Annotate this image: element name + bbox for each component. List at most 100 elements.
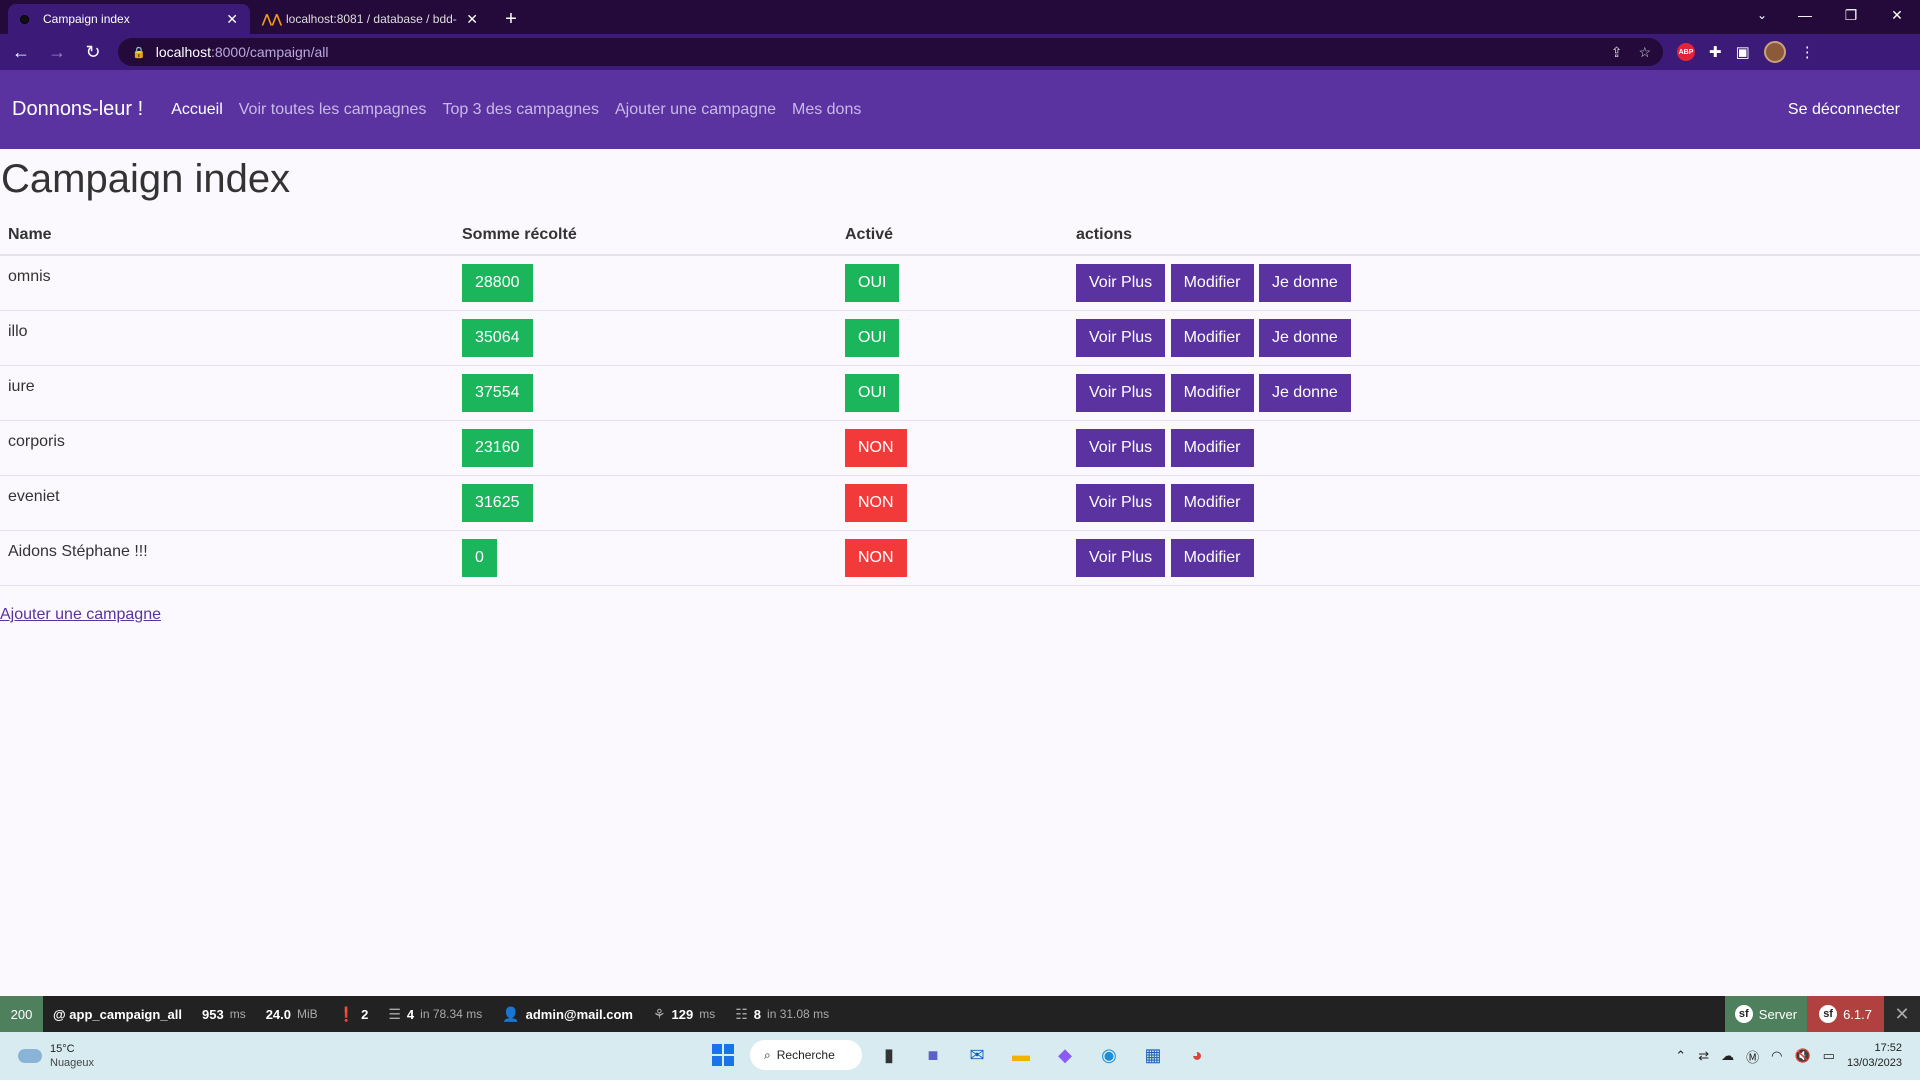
campaign-name: iure [0, 365, 454, 421]
close-icon[interactable]: ✕ [226, 11, 238, 28]
amount-badge: 31625 [462, 484, 533, 522]
database-icon: ☷ [735, 1005, 748, 1022]
db-value: 8 [753, 1006, 762, 1022]
onedrive-icon[interactable]: ☁ [1721, 1048, 1734, 1064]
active-cell: NON [837, 420, 1068, 476]
user-icon: 👤 [502, 1005, 520, 1022]
clock[interactable]: 17:52 13/03/2023 [1847, 1041, 1902, 1071]
amount-cell: 0 [454, 530, 837, 586]
memory-item[interactable]: 24.0 MiB [256, 996, 328, 1032]
table-row: corporis 23160 NON Voir Plus Modifier [0, 420, 1920, 476]
campaign-name: eveniet [0, 475, 454, 531]
active-cell: OUI [837, 255, 1068, 311]
bookmark-star-icon[interactable]: ☆ [1638, 44, 1651, 61]
voir-plus-button[interactable]: Voir Plus [1076, 264, 1166, 302]
nav-link-my-donations[interactable]: Mes dons [792, 101, 861, 119]
close-window-icon[interactable]: ✕ [1874, 0, 1920, 30]
side-panel-icon[interactable]: ▣ [1736, 43, 1750, 61]
new-tab-button[interactable]: + [496, 4, 526, 34]
server-item[interactable]: sf Server [1724, 996, 1808, 1032]
copilot-icon[interactable]: ◆ [1048, 1038, 1082, 1072]
brand-link[interactable]: Donnons-leur ! [12, 98, 143, 121]
chevron-down-icon[interactable]: ⌄ [1742, 0, 1782, 30]
edge-icon[interactable]: ◉ [1092, 1038, 1126, 1072]
cache-item[interactable]: ☰ 4 in 78.34 ms [378, 996, 492, 1032]
table-header-row: Name Somme récolté Activé actions [0, 215, 1920, 256]
wifi-icon[interactable]: ◠ [1771, 1048, 1782, 1064]
modifier-button[interactable]: Modifier [1170, 429, 1254, 467]
reload-icon[interactable]: ↻ [78, 37, 108, 67]
lock-icon[interactable]: 🔒 [132, 46, 146, 59]
add-campaign-link[interactable]: Ajouter une campagne [0, 606, 161, 624]
je-donne-button[interactable]: Je donne [1258, 264, 1351, 302]
modifier-button[interactable]: Modifier [1170, 264, 1254, 302]
version-label: 6.1.7 [1843, 1006, 1872, 1022]
je-donne-button[interactable]: Je donne [1258, 374, 1351, 412]
weather-text: 15°C Nuageux [50, 1042, 94, 1070]
modifier-button[interactable]: Modifier [1170, 374, 1254, 412]
je-donne-button[interactable]: Je donne [1258, 319, 1351, 357]
active-badge: NON [845, 539, 907, 577]
tab-phpmyadmin[interactable]: ⋀⋀ localhost:8081 / database / bdd- ✕ [250, 4, 490, 34]
twig-item[interactable]: ⚘ 129 ms [643, 996, 725, 1032]
tab-campaign-index[interactable]: Campaign index ✕ [8, 4, 250, 34]
minimize-icon[interactable]: — [1782, 0, 1828, 30]
battery-icon[interactable]: ▭ [1823, 1048, 1835, 1064]
modifier-button[interactable]: Modifier [1170, 484, 1254, 522]
user-item[interactable]: 👤 admin@mail.com [492, 996, 643, 1032]
voir-plus-button[interactable]: Voir Plus [1076, 539, 1166, 577]
modifier-button[interactable]: Modifier [1170, 319, 1254, 357]
share-icon[interactable]: ⇪ [1611, 44, 1623, 61]
teams-icon[interactable]: ■ [916, 1038, 950, 1072]
column-header-name: Name [0, 215, 454, 256]
voir-plus-button[interactable]: Voir Plus [1076, 429, 1166, 467]
menu-kebab-icon[interactable]: ⋮ [1800, 43, 1815, 61]
nav-link-add-campaign[interactable]: Ajouter une campagne [615, 101, 776, 119]
url-host: localhost [155, 44, 211, 60]
amount-badge: 37554 [462, 374, 533, 412]
time-item[interactable]: 953 ms [192, 996, 256, 1032]
extension-icons: ABP ✚ ▣ ⋮ [1677, 41, 1815, 63]
nav-link-top3[interactable]: Top 3 des campagnes [442, 101, 599, 119]
chevron-up-icon[interactable]: ⌃ [1675, 1048, 1686, 1064]
errors-item[interactable]: ❗ 2 [328, 996, 379, 1032]
version-item[interactable]: sf 6.1.7 [1807, 996, 1884, 1032]
restore-icon[interactable]: ❐ [1828, 0, 1874, 30]
close-icon[interactable]: ✕ [466, 11, 478, 28]
weather-widget[interactable]: 15°C Nuageux [18, 1042, 94, 1070]
adblock-plus-icon[interactable]: ABP [1677, 43, 1695, 61]
voir-plus-button[interactable]: Voir Plus [1076, 319, 1166, 357]
nav-link-accueil[interactable]: Accueil [171, 101, 223, 119]
voir-plus-button[interactable]: Voir Plus [1076, 374, 1166, 412]
route-item[interactable]: @ app_campaign_all [43, 996, 192, 1032]
server-label: Server [1758, 1006, 1798, 1022]
tab-title: Campaign index [43, 12, 130, 26]
back-icon[interactable]: ← [6, 37, 36, 67]
profile-avatar[interactable] [1763, 41, 1786, 63]
db-item[interactable]: ☷ 8 in 31.08 ms [725, 996, 839, 1032]
campaign-name: Aidons Stéphane !!! [0, 530, 454, 586]
file-explorer-icon[interactable]: ▬ [1004, 1038, 1038, 1072]
logout-link[interactable]: Se déconnecter [1788, 101, 1900, 119]
active-badge: NON [845, 429, 907, 467]
network-transfer-icon[interactable]: ⇄ [1698, 1048, 1709, 1064]
close-icon[interactable]: ✕ [1884, 996, 1920, 1032]
chrome-icon[interactable]: ◕ [1180, 1038, 1214, 1072]
store-icon[interactable]: ▦ [1136, 1038, 1170, 1072]
volume-muted-icon[interactable]: 🔇 [1794, 1048, 1810, 1064]
taskbar-search[interactable]: ⌕ Recherche [750, 1040, 862, 1070]
mcafee-icon[interactable]: Ⓜ [1746, 1047, 1759, 1066]
memory-unit: MiB [297, 1007, 318, 1021]
extensions-puzzle-icon[interactable]: ✚ [1709, 43, 1722, 61]
table-row: eveniet 31625 NON Voir Plus Modifier [0, 475, 1920, 531]
task-view-icon[interactable]: ▮ [872, 1038, 906, 1072]
browser-tab-bar: Campaign index ✕ ⋀⋀ localhost:8081 / dat… [0, 0, 1920, 34]
modifier-button[interactable]: Modifier [1170, 539, 1254, 577]
forward-icon[interactable]: → [42, 37, 72, 67]
nav-link-all-campaigns[interactable]: Voir toutes les campagnes [239, 101, 427, 119]
mail-icon[interactable]: ✉ [960, 1038, 994, 1072]
address-bar[interactable]: 🔒 localhost:8000/campaign/all ⇪ ☆ [118, 38, 1663, 66]
status-code-badge[interactable]: 200 [0, 996, 43, 1032]
voir-plus-button[interactable]: Voir Plus [1076, 484, 1166, 522]
windows-start-icon[interactable] [706, 1038, 740, 1072]
